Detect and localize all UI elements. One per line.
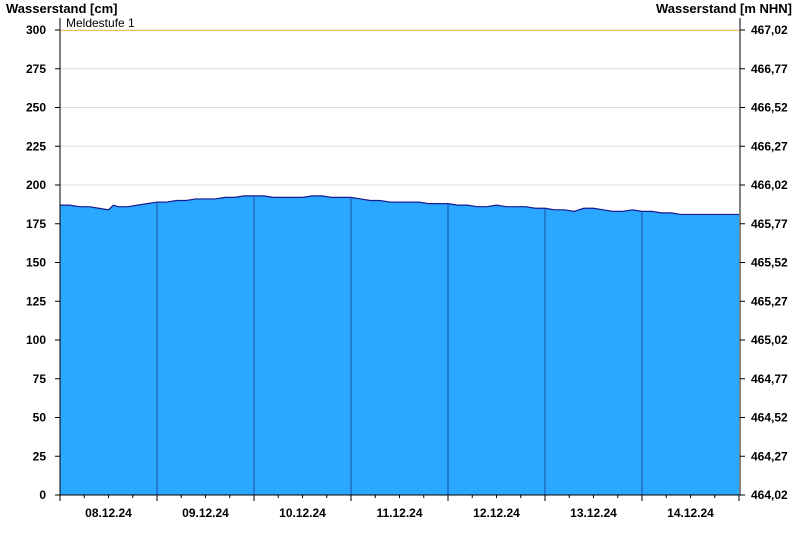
left-tick-label: 275 [26,62,46,76]
threshold-label: Meldestufe 1 [66,16,135,30]
left-y-ticks: 0 25 50 75 100 125 150 175 200 225 250 275 300 [26,23,60,502]
left-tick-label: 225 [26,139,46,153]
right-tick-label: 466,77 [751,62,788,76]
right-tick-label: 464,77 [751,372,788,386]
x-tick-label: 13.12.24 [570,506,617,520]
left-tick-label: 100 [26,333,46,347]
left-tick-label: 0 [39,488,46,502]
left-tick-label: 125 [26,294,46,308]
x-tick-label: 12.12.24 [473,506,520,520]
right-tick-label: 465,77 [751,217,788,231]
left-tick-label: 175 [26,217,46,231]
left-tick-label: 150 [26,256,46,270]
right-tick-label: 467,02 [751,23,788,37]
left-tick-label: 50 [33,411,47,425]
right-tick-label: 466,27 [751,139,788,153]
series-area [60,195,739,495]
left-tick-label: 25 [33,449,47,463]
right-tick-label: 466,02 [751,178,788,192]
x-tick-label: 09.12.24 [182,506,229,520]
left-axis-title: Wasserstand [cm] [6,1,118,16]
left-tick-label: 75 [33,372,47,386]
right-tick-label: 466,52 [751,101,788,115]
threshold: Meldestufe 1 [60,16,740,31]
left-tick-label: 250 [26,101,46,115]
x-tick-label: 10.12.24 [279,506,326,520]
x-ticks: 08.12.24 09.12.24 10.12.24 11.12.24 12.12.24… [59,495,740,520]
x-tick-label: 11.12.24 [376,506,422,520]
right-tick-label: 464,27 [751,449,788,463]
left-tick-label: 200 [26,178,46,192]
series-area-fill [60,195,739,495]
right-tick-label: 465,52 [751,256,788,270]
right-y-ticks: 464,02 464,27 464,52 464,77 465,02 465,27 465,… [740,23,788,502]
water-level-chart: Wasserstand [cm] Wasserstand [m NHN] Mel… [6,1,792,520]
right-axis-title: Wasserstand [m NHN] [656,1,792,16]
right-tick-label: 465,27 [751,294,788,308]
right-tick-label: 464,02 [751,488,788,502]
x-tick-label: 14.12.24 [667,506,714,520]
x-tick-label: 08.12.24 [85,506,132,520]
right-tick-label: 465,02 [751,333,788,347]
left-tick-label: 300 [26,23,46,37]
right-tick-label: 464,52 [751,411,788,425]
